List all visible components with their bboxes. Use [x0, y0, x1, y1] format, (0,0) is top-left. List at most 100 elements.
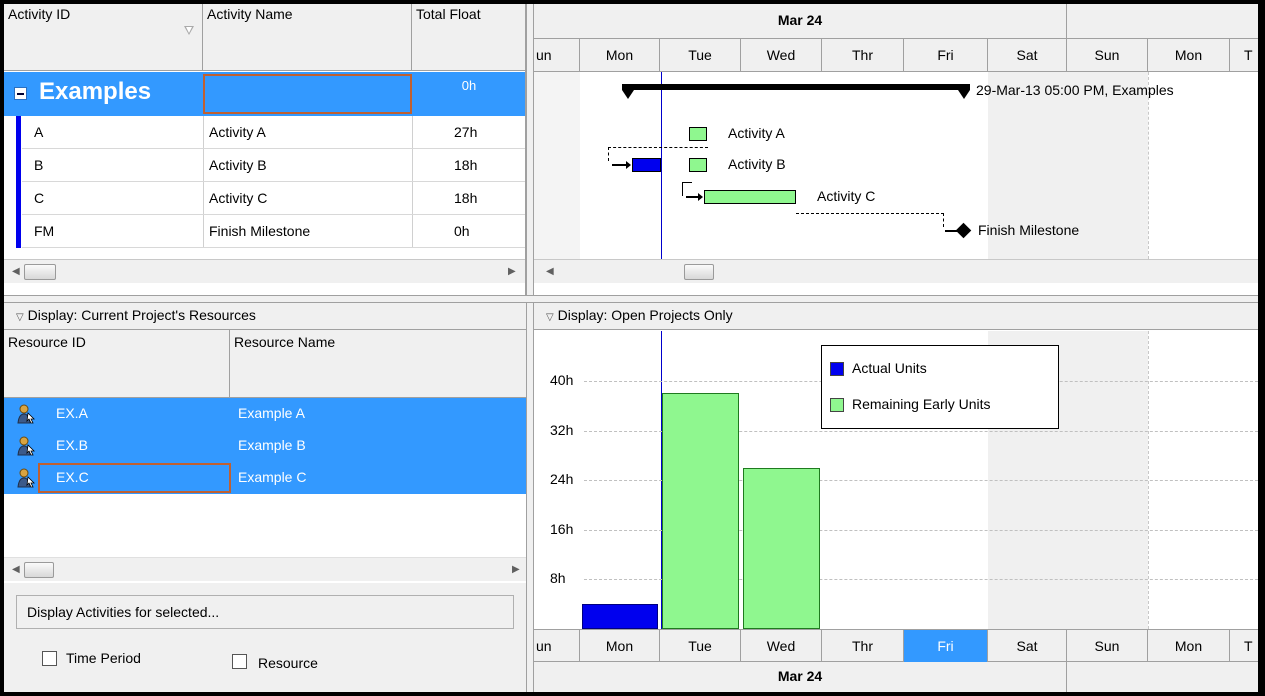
resource-checkbox[interactable] [232, 654, 247, 669]
resource-id: EX.C [56, 469, 89, 485]
resource-hscroll[interactable]: ◀ ▶ [4, 557, 526, 581]
day-label-selected[interactable]: Fri [904, 630, 988, 663]
resource-label: Resource [258, 655, 318, 671]
wbs-name-cell-focus[interactable] [203, 74, 412, 114]
table-row[interactable]: FM Finish Milestone 0h [22, 215, 525, 248]
y-tick-label: 16h [550, 520, 574, 537]
resource-person-icon [17, 404, 35, 424]
activity-name: Activity A [209, 124, 266, 140]
total-float: 0h [454, 223, 470, 239]
day-label: T [1244, 638, 1253, 654]
col-header-total-float[interactable]: Total Float [412, 4, 526, 71]
col-header-label: Activity Name [207, 6, 293, 22]
resource-display-options[interactable]: ▽ Display: Current Project's Resources [4, 303, 526, 330]
resource-panel: ▽ Display: Current Project's Resources R… [4, 303, 526, 692]
y-tick-label: 24h [550, 471, 574, 488]
histogram-bar-mon[interactable] [582, 604, 658, 629]
wbs-summary-bar[interactable] [622, 84, 970, 90]
table-row[interactable]: C Activity C 18h [22, 182, 525, 215]
display-activities-header: Display Activities for selected... [16, 595, 514, 629]
scroll-thumb[interactable] [24, 264, 56, 280]
col-header-resource-id[interactable]: Resource ID [4, 330, 230, 398]
wbs-level-bar [16, 116, 21, 248]
collapse-icon[interactable] [14, 87, 27, 100]
day-label: un [534, 630, 580, 663]
scroll-thumb[interactable] [684, 264, 714, 280]
day-label: Mon [1148, 630, 1230, 663]
wbs-summary-label: 29-Mar-13 05:00 PM, Examples [976, 82, 1174, 98]
table-row[interactable]: A Activity A 27h [22, 116, 525, 149]
day-label: T [1244, 47, 1253, 63]
milestone-diamond-icon[interactable] [955, 222, 972, 239]
sort-indicator-icon [184, 26, 194, 35]
activity-name: Activity B [209, 157, 267, 173]
bar-label-fm: Finish Milestone [978, 222, 1080, 238]
col-header-resource-name[interactable]: Resource Name [230, 330, 526, 398]
activity-bar-a[interactable] [689, 127, 707, 141]
display-activities-panel: Display Activities for selected... Time … [4, 583, 526, 692]
activity-bar-b-actual[interactable] [632, 158, 661, 172]
legend-label-remaining: Remaining Early Units [852, 396, 991, 412]
resource-row[interactable]: EX.A Example A [4, 398, 526, 430]
day-label: Mon [1148, 39, 1230, 72]
scroll-right-icon[interactable]: ▶ [508, 266, 516, 277]
scroll-left-icon[interactable]: ◀ [546, 266, 554, 277]
legend-swatch-actual [830, 362, 844, 376]
activity-name: Finish Milestone [209, 223, 311, 239]
wbs-total-float: 0h [461, 78, 477, 93]
wbs-row-examples[interactable]: Examples 0h [4, 72, 525, 116]
activity-bar-b[interactable] [689, 158, 707, 172]
y-tick-label: 32h [550, 421, 574, 438]
day-label: Mon [580, 39, 660, 72]
day-label: Fri [904, 39, 988, 72]
day-label: Thr [822, 630, 904, 663]
scroll-left-icon[interactable]: ◀ [12, 266, 20, 277]
histogram-display-label: Display: Open Projects Only [557, 307, 733, 323]
legend-label-actual: Actual Units [852, 360, 927, 376]
bar-label-c: Activity C [817, 188, 876, 204]
day-label: Wed [741, 630, 822, 663]
day-label: Tue [660, 39, 741, 72]
activity-table-hscroll[interactable]: ◀ ▶ [4, 259, 525, 283]
resource-row[interactable]: EX.B Example B [4, 430, 526, 462]
y-tick-label: 8h [550, 570, 566, 587]
day-label: Tue [660, 630, 741, 663]
gantt-chart[interactable]: Mar 24 un Mon Tue Wed Thr Fri Sat Sun Mo… [534, 4, 1258, 295]
resource-row[interactable]: EX.C Example C [4, 462, 526, 494]
col-header-label: Activity ID [8, 6, 71, 22]
time-period-checkbox[interactable] [42, 651, 57, 666]
activity-name: Activity C [209, 190, 268, 206]
horizontal-splitter[interactable] [4, 295, 1258, 303]
scroll-left-icon[interactable]: ◀ [12, 564, 20, 575]
col-header-activity-id[interactable]: Activity ID [4, 4, 203, 71]
col-header-label: Resource ID [8, 334, 86, 350]
weekend-shading [534, 72, 580, 259]
activity-bar-c[interactable] [704, 190, 796, 204]
resource-name: Example B [238, 437, 306, 453]
gantt-hscroll[interactable]: ◀ [534, 259, 1258, 283]
vertical-splitter[interactable] [526, 4, 534, 692]
dropdown-triangle-icon: ▽ [546, 312, 554, 323]
table-row[interactable]: B Activity B 18h [22, 149, 525, 182]
day-label: un [534, 39, 580, 72]
activity-table: Activity ID Activity Name Total Float Ex… [4, 4, 526, 295]
histogram-legend: Actual Units Remaining Early Units [821, 345, 1059, 429]
scroll-right-icon[interactable]: ▶ [512, 564, 520, 575]
histogram-bar-wed[interactable] [743, 467, 820, 629]
histogram-bar-tue[interactable] [662, 393, 739, 629]
histogram-day-row: un Mon Tue Wed Thr Fri Sat Sun Mon T [534, 629, 1258, 663]
scroll-thumb[interactable] [24, 562, 54, 578]
col-header-activity-name[interactable]: Activity Name [203, 4, 412, 71]
activity-id: B [34, 157, 44, 173]
resource-name: Example C [238, 469, 307, 485]
col-header-label: Resource Name [234, 334, 336, 350]
resource-display-label: Display: Current Project's Resources [27, 307, 256, 323]
histogram-display-options[interactable]: ▽ Display: Open Projects Only [534, 303, 1258, 330]
total-float: 18h [454, 157, 478, 173]
day-label: Mon [580, 630, 660, 663]
resource-person-icon [17, 468, 35, 488]
dropdown-triangle-icon: ▽ [16, 312, 24, 323]
histogram-month-row: Mar 24 [534, 662, 1258, 692]
resource-histogram[interactable]: ▽ Display: Open Projects Only 8h 16h 24h 32… [534, 303, 1258, 692]
bar-label-b: Activity B [728, 156, 786, 172]
